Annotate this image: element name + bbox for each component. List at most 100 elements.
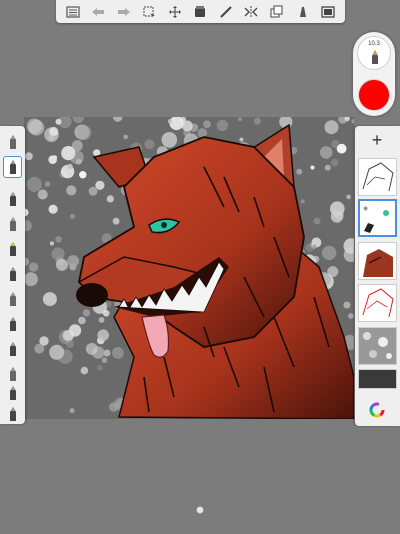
- glitter-dot: [109, 402, 119, 412]
- glitter-dot: [102, 310, 110, 317]
- glitter-dot: [253, 117, 261, 125]
- glitter-dot: [103, 349, 111, 357]
- glitter-dot: [80, 366, 89, 375]
- color-editor-icon[interactable]: [369, 402, 385, 418]
- glitter-dot: [343, 301, 351, 309]
- glitter-dot: [26, 176, 42, 192]
- copy-icon[interactable]: [267, 3, 287, 21]
- glitter-dot: [96, 364, 103, 371]
- layer-lineart-selected[interactable]: ◉: [358, 199, 397, 237]
- glitter-dot: [348, 313, 354, 319]
- color-puck[interactable]: [358, 79, 390, 111]
- svg-text:◉: ◉: [363, 206, 368, 212]
- glitter-dot: [324, 164, 331, 171]
- glitter-dot: [123, 134, 128, 140]
- select-icon[interactable]: [139, 3, 159, 21]
- glitter-dot: [203, 120, 211, 129]
- redo-icon[interactable]: [114, 3, 134, 21]
- palette-toggle-icon[interactable]: [196, 506, 204, 514]
- glitter-dot: [85, 342, 98, 355]
- glitter-dot: [112, 217, 120, 225]
- glitter-dot: [49, 344, 65, 360]
- glitter-dot: [37, 189, 48, 200]
- glitter-dot: [321, 245, 337, 261]
- glitter-dot: [336, 143, 347, 154]
- glitter-dot: [296, 168, 303, 175]
- glitter-dot: [52, 155, 58, 160]
- glitter-dot: [51, 247, 65, 261]
- glitter-dot: [101, 357, 108, 363]
- brush-puck[interactable]: 10.3: [353, 32, 395, 116]
- brush-size-label: 10.3: [368, 41, 380, 47]
- glitter-dot: [77, 125, 92, 140]
- glitter-dot: [305, 243, 314, 252]
- brush-palette: [0, 126, 25, 424]
- brush-airbrush-icon[interactable]: [3, 288, 22, 310]
- glitter-dot: [237, 117, 243, 122]
- add-layer-button[interactable]: +: [367, 130, 387, 150]
- glitter-dot: [167, 119, 173, 124]
- glitter-dot: [70, 150, 84, 165]
- glitter-dot: [180, 117, 187, 123]
- glitter-dot: [66, 339, 75, 349]
- layer-sketch[interactable]: [358, 158, 397, 196]
- glitter-dot: [310, 165, 315, 170]
- brush-chisel-icon[interactable]: [3, 338, 22, 360]
- glitter-dot: [28, 119, 45, 136]
- fullscreen-icon[interactable]: [318, 3, 338, 21]
- brush-pencil-icon[interactable]: [3, 156, 22, 178]
- glitter-dot: [67, 163, 73, 170]
- glitter-dot: [28, 262, 39, 272]
- glitter-dot: [42, 292, 57, 307]
- glitter-dot: [44, 181, 51, 187]
- glitter-dot: [97, 329, 109, 341]
- layer-color[interactable]: [358, 242, 397, 280]
- layer-background[interactable]: [358, 327, 397, 365]
- glitter-dot: [69, 213, 76, 220]
- pen-icon[interactable]: [293, 3, 313, 21]
- glitter-dot: [62, 330, 74, 342]
- brush-fill-brush-icon[interactable]: [3, 403, 22, 425]
- glitter-dot: [313, 217, 321, 225]
- top-toolbar: [56, 0, 345, 23]
- glitter-dot: [105, 301, 112, 307]
- layer-dark[interactable]: [358, 369, 397, 389]
- transform-icon[interactable]: [165, 3, 185, 21]
- glitter-dot: [88, 186, 98, 196]
- glitter-dot: [48, 204, 58, 214]
- glitter-dot: [112, 347, 124, 359]
- glitter-dot: [66, 185, 77, 196]
- glitter-dot: [24, 152, 33, 161]
- glitter-dot: [330, 210, 344, 223]
- ruler-icon[interactable]: [216, 3, 236, 21]
- glitter-dot: [55, 118, 62, 125]
- undo-icon[interactable]: [88, 3, 108, 21]
- brush-size-puck[interactable]: 10.3: [357, 36, 391, 70]
- glitter-dot: [44, 127, 59, 142]
- glitter-dot: [69, 263, 77, 271]
- brush-ink-pen-icon[interactable]: [3, 213, 22, 235]
- glitter-dot: [49, 241, 54, 246]
- brush-marker-icon[interactable]: [3, 188, 22, 210]
- glitter-dot: [197, 128, 208, 138]
- glitter-dot: [324, 120, 339, 135]
- glitter-dot: [56, 258, 68, 271]
- artwork: [24, 117, 354, 419]
- brush-felt-pen-icon[interactable]: [3, 238, 22, 260]
- glitter-dot: [95, 180, 105, 190]
- glitter-dot: [144, 139, 155, 150]
- layers-list-icon[interactable]: [63, 3, 83, 21]
- layer-red-sketch[interactable]: [358, 284, 397, 322]
- wolf-pupil: [161, 222, 167, 228]
- fill-icon[interactable]: [190, 3, 210, 21]
- drawing-canvas[interactable]: [24, 117, 354, 419]
- glitter-dot: [55, 236, 62, 243]
- glitter-dot: [34, 343, 45, 354]
- brush-ruler-brush-icon[interactable]: [3, 131, 22, 153]
- glitter-dot: [82, 309, 91, 317]
- brush-brush-icon[interactable]: [3, 263, 22, 285]
- symmetry-icon[interactable]: [241, 3, 261, 21]
- brush-paintbrush-icon[interactable]: [3, 313, 22, 335]
- brush-smudge-icon[interactable]: [3, 382, 22, 404]
- glitter-dot: [239, 137, 244, 142]
